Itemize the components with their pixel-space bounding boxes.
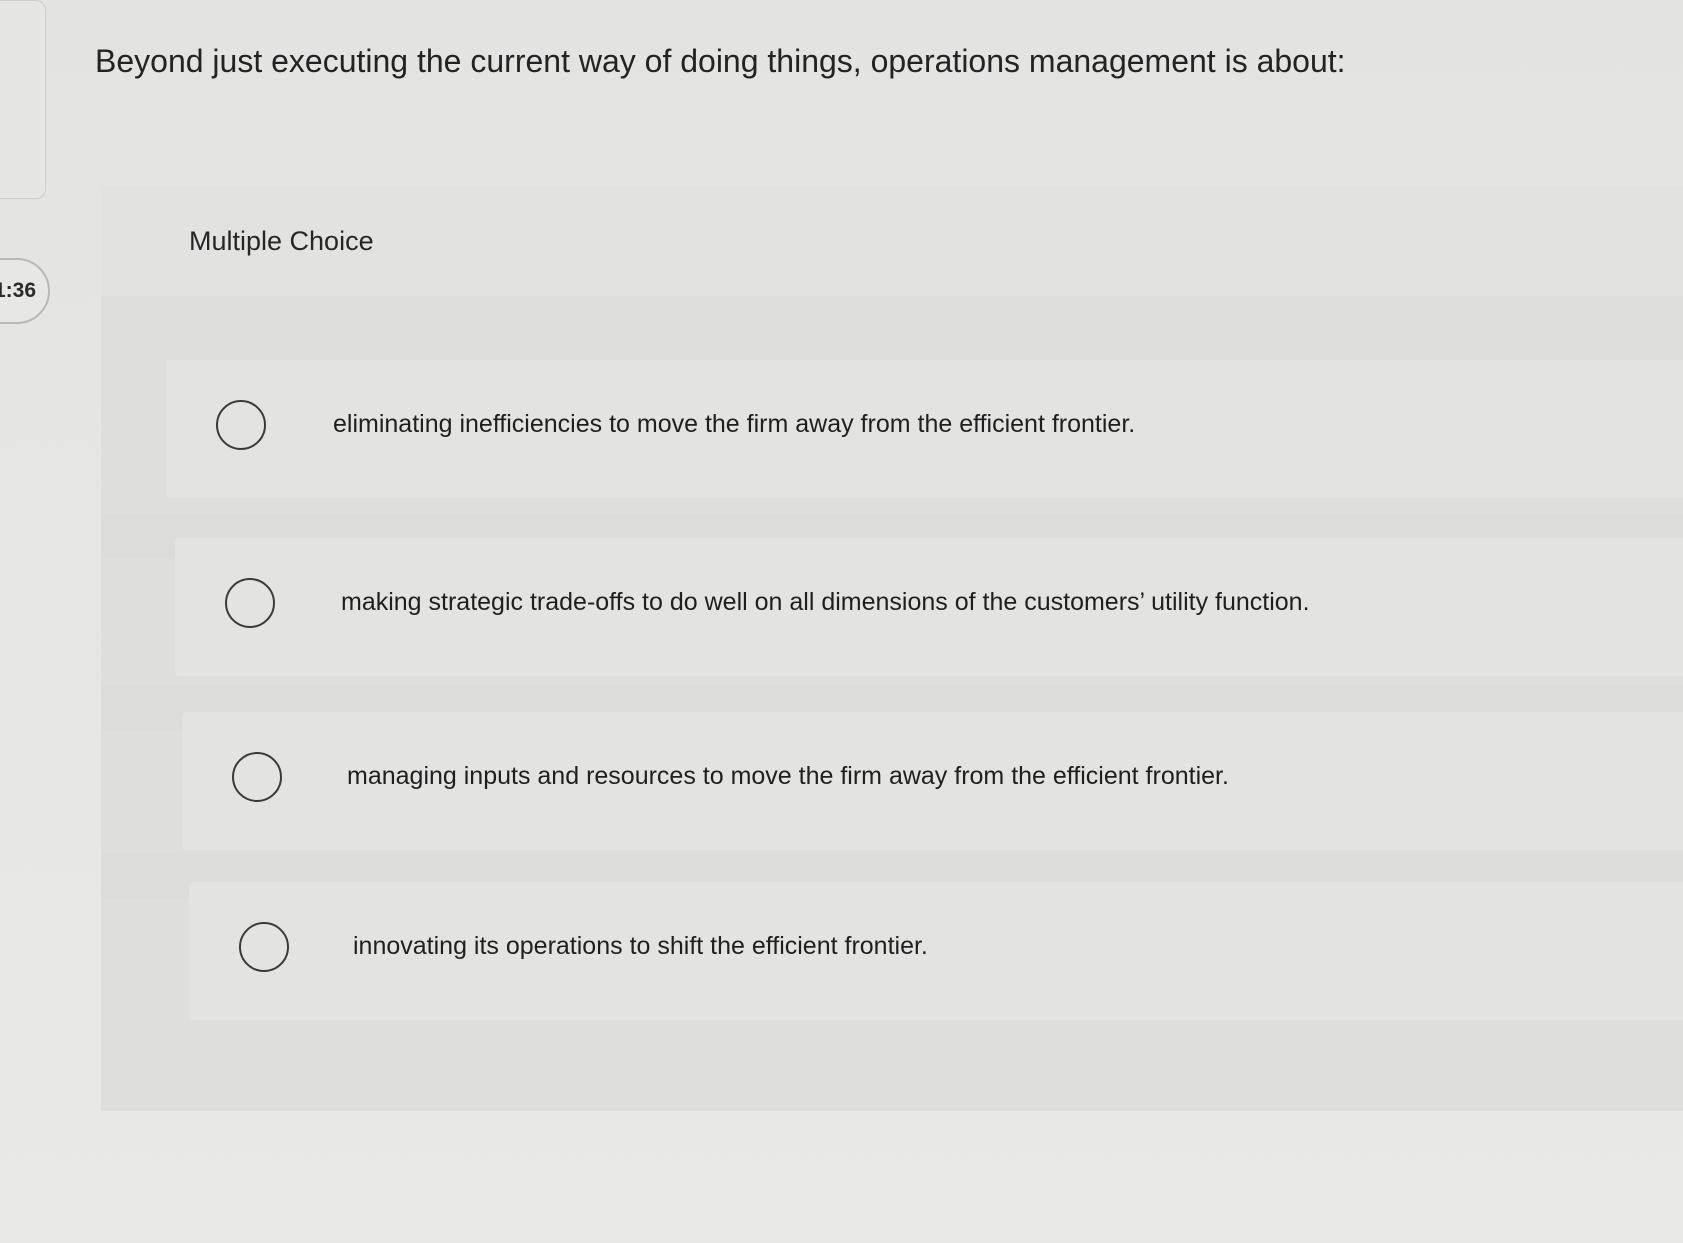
radio-button-1[interactable] [216,400,266,450]
radio-button-4[interactable] [239,922,289,972]
question-prompt: Beyond just executing the current way of… [95,43,1346,79]
radio-button-3[interactable] [232,752,282,802]
left-side-panel [0,0,46,199]
timer-badge: 1:36 [0,258,50,324]
answer-option-4[interactable]: innovating its operations to shift the e… [189,882,1683,1020]
timer-text: 1:36 [0,279,36,302]
answer-option-1-text[interactable]: eliminating inefficiencies to move the f… [333,410,1135,439]
panel-header: Multiple Choice [101,186,1683,296]
answer-option-3[interactable]: managing inputs and resources to move th… [182,712,1683,850]
radio-button-2[interactable] [225,578,275,628]
answer-option-1[interactable]: eliminating inefficiencies to move the f… [166,360,1683,498]
answer-option-2-text[interactable]: making strategic trade-offs to do well o… [341,588,1310,617]
answer-option-4-text[interactable]: innovating its operations to shift the e… [353,932,928,961]
answer-panel: Multiple Choice eliminating inefficienci… [101,186,1683,1111]
answer-option-2[interactable]: making strategic trade-offs to do well o… [175,538,1683,676]
answer-option-3-text[interactable]: managing inputs and resources to move th… [347,762,1229,791]
question-type-label: Multiple Choice [189,226,374,256]
